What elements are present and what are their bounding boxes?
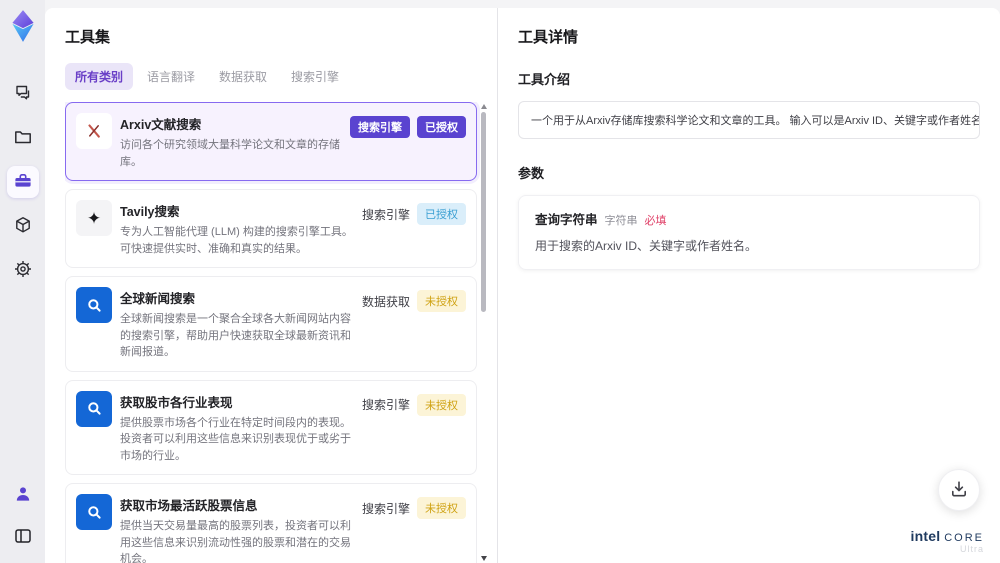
download-icon xyxy=(949,479,969,502)
tool-tags: 数据获取 未授权 xyxy=(362,287,466,312)
category-tabs: 所有类别 语言翻译 数据获取 搜索引擎 xyxy=(65,63,489,90)
cube-icon xyxy=(13,215,33,238)
category-tag: 搜索引擎 xyxy=(350,116,410,138)
param-type: 字符串 xyxy=(604,215,638,227)
sidebar-item-account[interactable] xyxy=(7,479,39,511)
toolbox-icon xyxy=(13,171,33,194)
tool-name: 获取市场最活跃股票信息 xyxy=(120,499,258,513)
sidebar xyxy=(0,0,45,563)
sidebar-item-settings[interactable] xyxy=(7,254,39,286)
sidebar-bottom xyxy=(7,479,39,553)
tool-description: 专为人工智能代理 (LLM) 构建的搜索引擎工具。可快速提供实时、准确和真实的结… xyxy=(120,226,353,255)
param-name: 查询字符串 xyxy=(535,213,598,227)
scrollbar[interactable] xyxy=(479,104,489,561)
category-tab[interactable]: 所有类别 xyxy=(65,63,134,90)
app-window: 工具集 所有类别 语言翻译 数据获取 搜索引擎 Arxiv文献搜索 访问各个研究领域大… xyxy=(0,0,1000,563)
sidebar-item-tools[interactable] xyxy=(6,166,39,198)
brand-intel: intel xyxy=(910,527,941,544)
sidebar-item-collapse[interactable] xyxy=(7,521,39,553)
tool-name: 全球新闻搜索 xyxy=(120,292,196,306)
arxiv-logo-icon xyxy=(76,113,112,149)
category-tab[interactable]: 数据获取 xyxy=(209,63,277,90)
folder-icon xyxy=(13,127,33,150)
search-icon xyxy=(76,494,112,530)
sidebar-item-chat[interactable] xyxy=(7,78,39,110)
param-description: 用于搜索的Arxiv ID、关键字或作者姓名。 xyxy=(535,239,758,253)
category-tab[interactable]: 搜索引擎 xyxy=(281,63,349,90)
auth-status-badge: 已授权 xyxy=(417,203,466,225)
auth-status-badge: 未授权 xyxy=(417,497,466,519)
category-tag: 搜索引擎 xyxy=(361,501,410,516)
sidebar-item-packages[interactable] xyxy=(7,210,39,242)
star-icon: ✦ xyxy=(76,200,112,236)
tool-description: 访问各个研究领域大量科学论文和文章的存储库。 xyxy=(120,139,340,168)
scroll-up-icon[interactable] xyxy=(481,104,487,109)
auth-status-badge: 未授权 xyxy=(417,290,466,312)
sidebar-item-files[interactable] xyxy=(7,122,39,154)
tool-name: Tavily搜索 xyxy=(120,205,180,219)
chat-icon xyxy=(13,83,33,106)
tool-tags: 搜索引擎 未授权 xyxy=(362,391,466,416)
tool-card[interactable]: Arxiv文献搜索 访问各个研究领域大量科学论文和文章的存储库。 搜索引擎 已授… xyxy=(65,102,477,181)
auth-status-badge: 未授权 xyxy=(417,393,466,416)
category-tag: 搜索引擎 xyxy=(361,207,410,222)
category-tag: 数据获取 xyxy=(361,294,410,309)
tool-description: 提供股票市场各个行业在特定时间段内的表现。投资者可以利用这些信息来识别表现优于或… xyxy=(120,416,351,462)
category-tag: 搜索引擎 xyxy=(361,398,410,412)
search-icon xyxy=(76,287,112,323)
tool-card[interactable]: 全球新闻搜索 全球新闻搜索是一个聚合全球各大新闻网站内容的搜索引擎，帮助用户快速… xyxy=(65,276,477,372)
panel-toggle-icon xyxy=(13,526,33,549)
param-card: 查询字符串 字符串 必填 用于搜索的Arxiv ID、关键字或作者姓名。 xyxy=(518,195,980,270)
tool-list: Arxiv文献搜索 访问各个研究领域大量科学论文和文章的存储库。 搜索引擎 已授… xyxy=(65,102,489,563)
sidebar-nav xyxy=(6,78,39,286)
tool-detail-panel: 工具详情 工具介绍 一个用于从Arxiv存储库搜索科学论文和文章的工具。 输入可… xyxy=(498,8,1000,563)
tool-intro-box: 一个用于从Arxiv存储库搜索科学论文和文章的工具。 输入可以是Arxiv ID… xyxy=(518,101,980,139)
tool-card[interactable]: ✦ Tavily搜索 专为人工智能代理 (LLM) 构建的搜索引擎工具。可快速提… xyxy=(65,189,477,268)
gear-icon xyxy=(13,259,33,282)
tool-tags: 搜索引擎 未授权 xyxy=(362,494,466,519)
gem-logo-icon xyxy=(8,8,38,44)
scroll-down-icon[interactable] xyxy=(481,556,487,561)
intel-core-logo: intel CORE Ultra xyxy=(910,527,984,555)
category-tab[interactable]: 语言翻译 xyxy=(137,63,205,90)
params-heading: 参数 xyxy=(518,166,545,181)
tool-card[interactable]: 获取市场最活跃股票信息 提供当天交易量最高的股票列表，投资者可以利用这些信息来识… xyxy=(65,483,477,563)
brand-ultra: Ultra xyxy=(959,544,984,555)
tool-list-panel: 工具集 所有类别 语言翻译 数据获取 搜索引擎 Arxiv文献搜索 访问各个研究领域大… xyxy=(45,8,498,563)
tool-tags: 搜索引擎 已授权 xyxy=(350,113,466,138)
tool-name: Arxiv文献搜索 xyxy=(120,118,202,132)
tool-description: 提供当天交易量最高的股票列表，投资者可以利用这些信息来识别流动性强的股票和潜在的… xyxy=(120,520,351,563)
tool-name: 获取股市各行业表现 xyxy=(120,395,233,410)
brand-core: CORE xyxy=(944,531,984,544)
tool-description: 全球新闻搜索是一个聚合全球各大新闻网站内容的搜索引擎，帮助用户快速获取全球最新资… xyxy=(120,313,351,358)
detail-title: 工具详情 xyxy=(518,29,579,46)
search-icon xyxy=(76,390,112,427)
param-required-badge: 必填 xyxy=(644,215,667,227)
page-title: 工具集 xyxy=(65,29,111,46)
intro-heading: 工具介绍 xyxy=(518,72,571,87)
auth-status-badge: 已授权 xyxy=(417,116,466,138)
download-button[interactable] xyxy=(938,469,980,511)
user-icon xyxy=(13,484,33,507)
top-strip xyxy=(45,0,1000,8)
tool-card[interactable]: 获取股市各行业表现 提供股票市场各个行业在特定时间段内的表现。投资者可以利用这些… xyxy=(65,379,477,475)
tool-tags: 搜索引擎 已授权 xyxy=(362,200,466,225)
scrollbar-thumb[interactable] xyxy=(481,112,486,312)
